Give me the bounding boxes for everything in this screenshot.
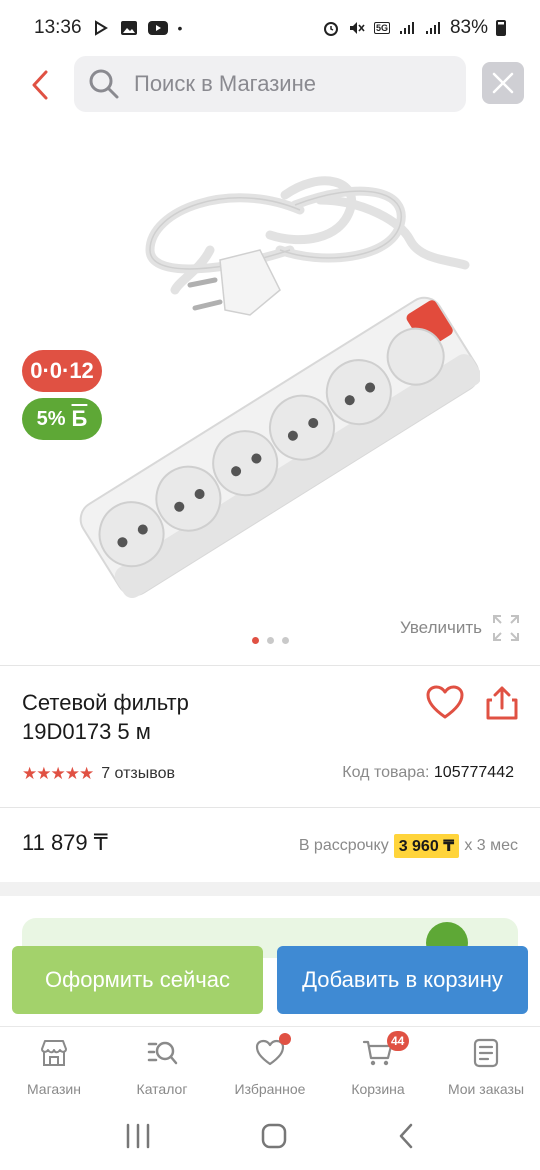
bonus-badge: 5% Б [22, 398, 102, 440]
reviews-count: 7 отзывов [101, 765, 175, 782]
power-strip-image [79, 176, 480, 598]
nav-label: Каталог [136, 1081, 188, 1097]
heart-icon [426, 685, 464, 719]
chevron-left-icon [32, 70, 48, 100]
add-to-cart-button[interactable]: Добавить в корзину [277, 946, 528, 1014]
divider [0, 807, 540, 808]
battery-icon [496, 20, 506, 36]
close-icon [492, 72, 514, 94]
system-back-icon[interactable] [396, 1122, 416, 1150]
search-input[interactable]: Поиск в Магазине [74, 56, 466, 112]
rating-stars-icon: ★★★★★ [22, 764, 94, 783]
nav-item-orders[interactable]: Мои заказы [432, 1027, 540, 1102]
favorite-button[interactable] [426, 684, 464, 722]
status-time: 13:36 [34, 17, 82, 38]
system-navigation [0, 1102, 540, 1170]
installment-amount: 3 960 ₸ [393, 834, 460, 858]
signal-icon [399, 22, 414, 34]
zoom-label: Увеличить [400, 618, 482, 637]
nav-label: Корзина [351, 1081, 405, 1097]
section-separator [0, 882, 540, 896]
nav-label: Избранное [234, 1081, 306, 1097]
nav-label: Магазин [26, 1081, 81, 1097]
orders-icon [473, 1038, 499, 1068]
nav-label: Мои заказы [447, 1081, 525, 1097]
home-icon[interactable] [260, 1122, 288, 1150]
nav-item-store[interactable]: Магазин [0, 1027, 108, 1102]
bonus-percent: 5% [36, 407, 66, 430]
pagination-dot[interactable] [282, 637, 289, 644]
product-price: 11 879 ₸ [22, 830, 108, 855]
store-icon [41, 1040, 67, 1066]
play-store-icon [94, 20, 108, 36]
favorites-indicator [278, 1033, 291, 1045]
share-icon [486, 686, 518, 720]
divider [0, 665, 540, 666]
gallery-icon [120, 21, 137, 35]
nav-item-cart[interactable]: 44 Корзина [324, 1027, 432, 1102]
mute-icon [349, 22, 365, 34]
checkout-now-button[interactable]: Оформить сейчас [12, 946, 263, 1014]
installment-term: х 3 мес [464, 837, 518, 854]
search-icon [89, 69, 119, 99]
signal-2-icon [425, 22, 440, 34]
nav-item-catalog[interactable]: Каталог [108, 1027, 216, 1102]
youtube-icon [147, 21, 168, 35]
gallery-pagination [252, 637, 289, 644]
installment-info[interactable]: В рассрочку 3 960 ₸ х 3 мес [299, 834, 518, 858]
product-gallery[interactable]: 0·0·12 5% Б Увеличить [0, 130, 540, 650]
bottom-navigation: Магазин Каталог Избранное 44 Корзина Мои… [0, 1026, 540, 1102]
catalog-icon [147, 1041, 178, 1065]
product-title: Сетевой фильтр 19D0173 5 м [22, 688, 352, 746]
installment-label: В рассрочку [298, 837, 389, 854]
sku-value: 105777442 [433, 764, 514, 781]
close-button[interactable] [482, 62, 524, 104]
pagination-dot[interactable] [267, 637, 274, 644]
cart-count-badge: 44 [386, 1031, 409, 1051]
product-title-line: Сетевой фильтр [22, 690, 189, 715]
more-notifications-dot: • [177, 20, 183, 36]
expand-icon [493, 615, 519, 641]
battery-percent: 83% [449, 17, 488, 38]
product-title-line: 19D0173 5 м [22, 719, 151, 744]
share-button[interactable] [484, 684, 520, 722]
alarm-icon [323, 22, 338, 36]
zoom-button[interactable]: Увеличить [400, 614, 520, 642]
status-bar: 13:36 • 5G 83% [0, 0, 540, 56]
sku-label: Код товара: [342, 764, 430, 781]
installment-badge: 0·0·12 [22, 350, 102, 392]
nav-item-favorites[interactable]: Избранное [216, 1027, 324, 1102]
sku: Код товара: 105777442 [342, 764, 514, 782]
rating[interactable]: ★★★★★ 7 отзывов [22, 764, 175, 784]
installment-badge-label: 0·0·12 [30, 358, 94, 383]
bonus-symbol: Б [71, 406, 88, 431]
back-button[interactable] [24, 66, 56, 104]
search-header: Поиск в Магазине [0, 56, 540, 116]
network-type: 5G [373, 22, 390, 34]
recent-apps-icon[interactable] [124, 1123, 152, 1149]
search-placeholder: Поиск в Магазине [134, 71, 316, 96]
pagination-dot[interactable] [252, 637, 259, 644]
